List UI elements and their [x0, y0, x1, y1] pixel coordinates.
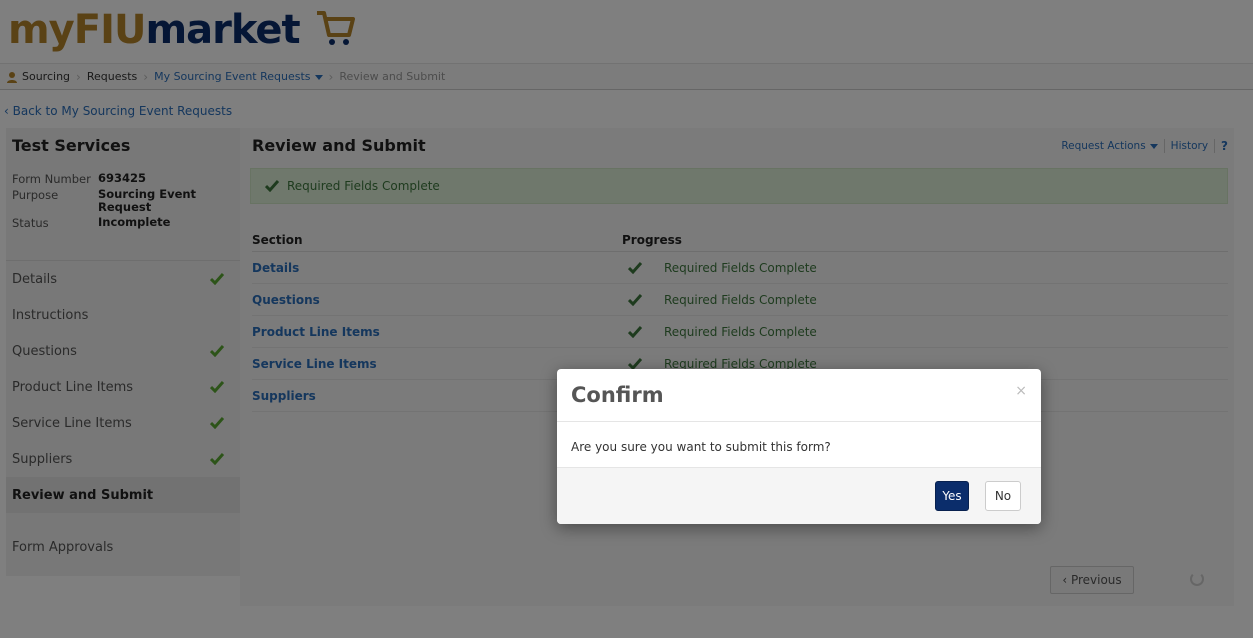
confirm-dialog: Confirm × Are you sure you want to submi…: [557, 369, 1041, 524]
close-icon[interactable]: ×: [1015, 383, 1027, 399]
dialog-message: Are you sure you want to submit this for…: [571, 440, 831, 454]
yes-button[interactable]: Yes: [935, 481, 969, 511]
no-button[interactable]: No: [985, 481, 1021, 511]
modal-backdrop[interactable]: [0, 0, 1253, 638]
dialog-title: Confirm: [571, 383, 664, 407]
divider: [557, 421, 1041, 422]
